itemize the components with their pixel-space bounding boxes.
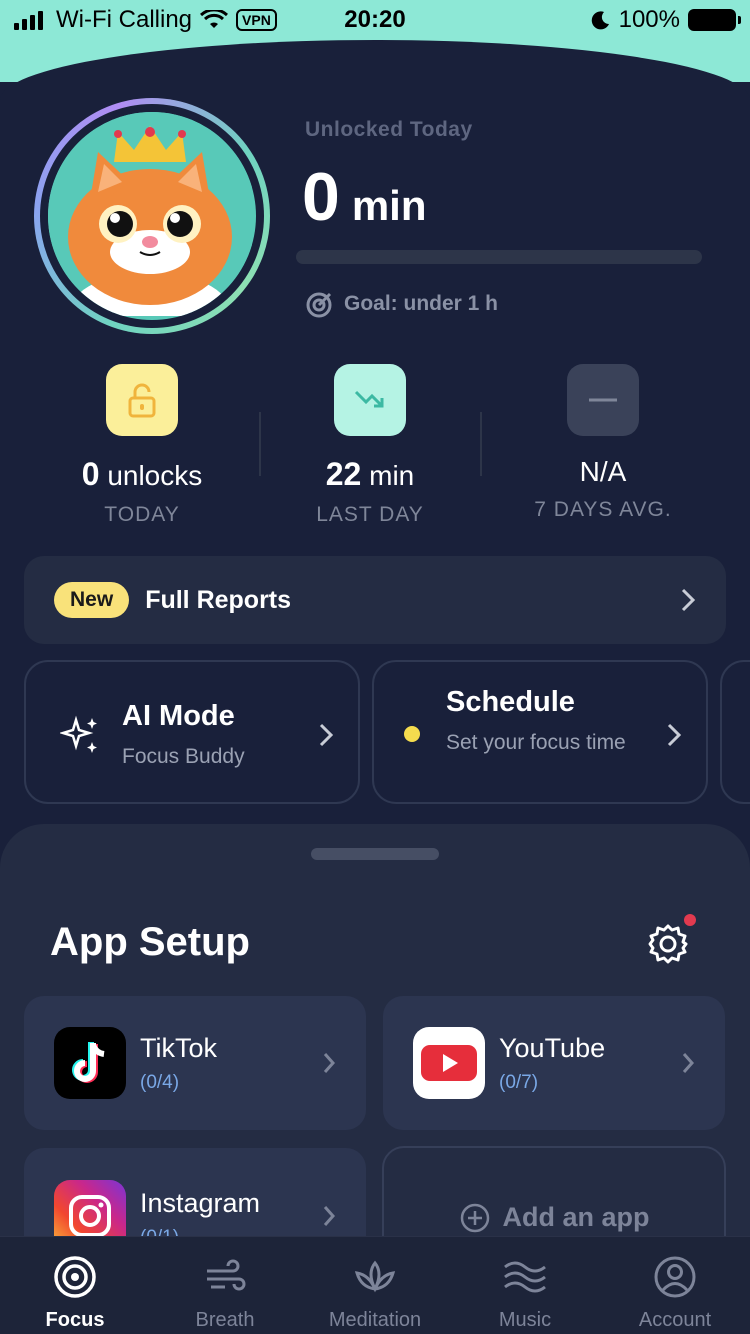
ai-mode-subtitle: Focus Buddy (122, 745, 245, 768)
add-app-label: Add an app (502, 1202, 650, 1232)
tab-account[interactable]: Account (600, 1237, 750, 1334)
stat-week-avg-label: 7 DAYS AVG. (534, 498, 672, 521)
stat-week-avg: N/A 7 DAYS AVG. (493, 364, 713, 522)
app-name: Instagram (140, 1188, 261, 1218)
app-count: (0/4) (140, 1071, 180, 1093)
stat-last-day: 22 min LAST DAY (260, 364, 480, 527)
stat-unlocks-label: TODAY (104, 503, 180, 526)
goal-progress-bar (296, 250, 702, 264)
chevron-right-icon (667, 723, 682, 747)
stat-unlocks: 0 unlocks TODAY (32, 364, 252, 527)
full-reports-label: Full Reports (145, 585, 292, 614)
app-name: YouTube (499, 1032, 606, 1063)
chevron-right-icon (682, 1053, 695, 1073)
lotus-icon (354, 1260, 396, 1293)
stat-unlocks-value: 0 unlocks (81, 456, 203, 492)
tab-label: Music (498, 1309, 552, 1331)
trend-down-icon (334, 364, 406, 436)
goal-row: Goal: under 1 h (306, 290, 498, 318)
target-icon (54, 1256, 96, 1298)
app-card-tiktok[interactable]: TikTok (0/4) (24, 996, 366, 1130)
unlocked-today-value: 0 min (302, 158, 427, 236)
stat-last-day-value: 22 min (325, 456, 415, 492)
chevron-right-icon (681, 588, 696, 612)
app-count: (0/7) (499, 1071, 539, 1093)
tab-meditation[interactable]: Meditation (300, 1237, 450, 1334)
tab-music[interactable]: Music (450, 1237, 600, 1334)
unlocked-today-label: Unlocked Today (305, 118, 473, 141)
tab-label: Account (638, 1309, 712, 1331)
full-reports-button[interactable]: New Full Reports (24, 556, 726, 644)
tiktok-icon (54, 1027, 126, 1099)
ai-mode-card[interactable]: AI Mode Focus Buddy (24, 660, 360, 804)
stat-divider (480, 412, 482, 476)
tab-label: Focus (45, 1309, 105, 1331)
stat-last-day-label: LAST DAY (316, 503, 424, 526)
notification-dot (684, 914, 696, 926)
unlocked-unit: min (351, 182, 427, 229)
unlock-icon (106, 364, 178, 436)
avatar[interactable] (34, 98, 270, 334)
schedule-subtitle: Set your focus time (446, 731, 626, 754)
gear-icon (648, 924, 688, 964)
chevron-right-icon (319, 723, 334, 747)
youtube-icon (413, 1027, 485, 1099)
tab-label: Breath (195, 1309, 255, 1331)
next-card-peek[interactable] (720, 660, 750, 804)
moon-icon (591, 11, 609, 30)
goal-text: Goal: under 1 h (344, 292, 499, 315)
battery-percent: 100% (618, 6, 680, 33)
tab-label: Meditation (328, 1309, 422, 1331)
chevron-right-icon (323, 1053, 336, 1073)
tab-bar: Focus Breath Meditation Music Account (0, 1236, 750, 1334)
wind-icon (207, 1259, 246, 1291)
schedule-title: Schedule (446, 686, 575, 718)
minus-icon (567, 364, 639, 436)
plus-circle-icon (460, 1203, 489, 1233)
user-icon (654, 1256, 696, 1298)
schedule-status-dot (404, 726, 420, 742)
unlocked-minutes: 0 (302, 159, 340, 235)
status-right: 100% (591, 6, 741, 34)
tab-focus[interactable]: Focus (0, 1237, 150, 1334)
goal-target-icon (306, 292, 332, 318)
new-badge: New (54, 582, 130, 618)
stat-week-avg-value: N/A (579, 456, 627, 487)
ai-mode-title: AI Mode (122, 700, 235, 732)
settings-button[interactable] (646, 914, 696, 966)
waves-icon (504, 1261, 546, 1293)
app-name: TikTok (140, 1032, 218, 1063)
tab-breath[interactable]: Breath (150, 1237, 300, 1334)
app-card-youtube[interactable]: YouTube (0/7) (383, 996, 725, 1130)
cat-king-icon (48, 112, 252, 320)
schedule-card[interactable]: Schedule Set your focus time (372, 660, 708, 804)
app-setup-title: App Setup (50, 920, 250, 964)
sparkle-icon (60, 715, 97, 753)
chevron-right-icon (323, 1206, 336, 1226)
battery-icon (688, 9, 741, 31)
sheet-drag-handle[interactable] (311, 848, 439, 860)
